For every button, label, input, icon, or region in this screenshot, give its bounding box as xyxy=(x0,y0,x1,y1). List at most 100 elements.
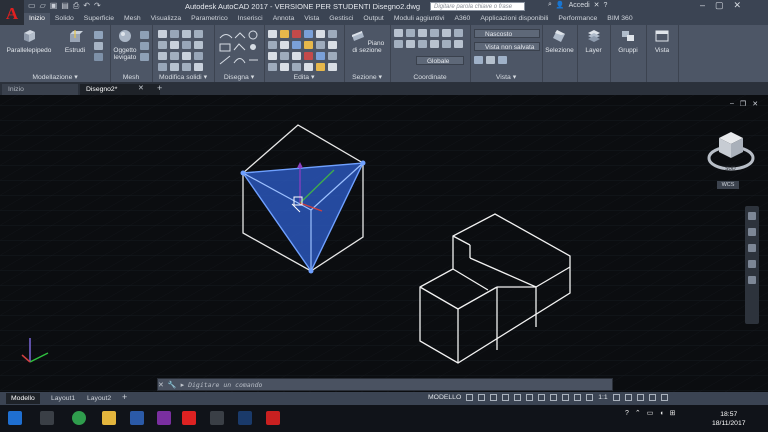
close-command-icon[interactable]: ✕ xyxy=(158,381,164,389)
tool-icon[interactable] xyxy=(292,41,301,49)
onenote-icon[interactable] xyxy=(157,411,171,425)
help-icon[interactable]: ? xyxy=(604,2,608,9)
tool-icon[interactable] xyxy=(158,52,167,60)
gruppi-button[interactable]: Gruppi xyxy=(612,29,644,54)
tool-icon[interactable] xyxy=(140,53,149,61)
undo-icon[interactable]: ↶ xyxy=(83,1,90,11)
panel-label-vista[interactable]: Vista ▾ xyxy=(470,73,542,81)
tool-icon[interactable] xyxy=(316,52,325,60)
tool-icon[interactable] xyxy=(268,52,277,60)
tool-icon[interactable] xyxy=(158,63,167,71)
otrack-icon[interactable] xyxy=(526,394,534,401)
gizmo-icon[interactable] xyxy=(574,394,582,401)
tool-icon[interactable] xyxy=(170,30,179,38)
notification-icon[interactable]: ⌃ xyxy=(635,409,641,417)
tab-parametrico[interactable]: Parametrico xyxy=(186,13,233,25)
tool-icon[interactable] xyxy=(328,41,337,49)
view-dropdown[interactable]: Vista non salvata xyxy=(474,42,540,51)
layer-button[interactable]: Layer xyxy=(579,29,608,54)
showmotion-icon[interactable] xyxy=(748,276,756,284)
osnap-icon[interactable] xyxy=(514,394,522,401)
zoom-icon[interactable] xyxy=(748,244,756,252)
ucs-icon[interactable] xyxy=(394,29,403,37)
exchange-icon[interactable]: ✕ xyxy=(594,1,600,9)
selezione-button[interactable]: Selezione xyxy=(544,29,575,54)
new-icon[interactable]: ▭ xyxy=(28,1,36,11)
tool-icon[interactable] xyxy=(316,63,325,71)
layout-tab-model[interactable]: Modello xyxy=(6,393,40,404)
panel-label-disegna[interactable]: Disegna ▾ xyxy=(214,73,264,81)
word-icon[interactable] xyxy=(130,411,144,425)
parallelepipedo-button[interactable]: Parallelepipedo xyxy=(4,29,54,54)
tool-icon[interactable] xyxy=(328,52,337,60)
tab-performance[interactable]: Performance xyxy=(553,13,602,25)
search-icon[interactable]: ⌕ xyxy=(548,1,552,9)
windows-start-icon[interactable] xyxy=(8,411,22,425)
viewport-icon[interactable] xyxy=(474,56,483,64)
search-input[interactable]: Digitare parola chiave o frase xyxy=(430,2,525,11)
oggetto-levigato-button[interactable]: Oggetto levigato xyxy=(112,29,138,61)
acrobat-icon[interactable] xyxy=(266,411,280,425)
open-icon[interactable]: ▱ xyxy=(40,1,46,11)
orbit-icon[interactable] xyxy=(748,260,756,268)
tab-superficie[interactable]: Superficie xyxy=(79,13,119,25)
tool-icon[interactable] xyxy=(140,31,149,39)
space-toggle[interactable]: MODELLO xyxy=(428,394,461,401)
ucs-icon[interactable] xyxy=(406,40,415,48)
tool-icon[interactable] xyxy=(316,41,325,49)
grid-icon[interactable] xyxy=(466,394,474,401)
isolate-icon[interactable] xyxy=(636,394,644,401)
vista-button[interactable]: Vista xyxy=(648,29,676,54)
customization-icon[interactable] xyxy=(660,394,668,401)
close-icon[interactable]: ✕ xyxy=(734,0,742,11)
snap-icon[interactable] xyxy=(478,394,486,401)
tab-visualizza[interactable]: Visualizza xyxy=(146,13,186,25)
volume-icon[interactable]: ◖ xyxy=(659,410,663,417)
ortho-icon[interactable] xyxy=(490,394,498,401)
new-layout-icon[interactable]: + xyxy=(122,392,127,402)
tool-icon[interactable] xyxy=(182,52,191,60)
tool-icon[interactable] xyxy=(268,63,277,71)
drawing-viewport[interactable] xyxy=(0,95,768,392)
redo-icon[interactable]: ↷ xyxy=(94,1,101,11)
drawing-canvas[interactable] xyxy=(0,95,768,392)
tool-icon[interactable] xyxy=(304,63,313,71)
restore-viewport-icon[interactable]: ❐ xyxy=(740,100,746,108)
tab-mesh[interactable]: Mesh xyxy=(119,13,146,25)
sign-in-label[interactable]: Accedi xyxy=(569,2,590,9)
autocad-taskbar-icon[interactable] xyxy=(182,411,196,425)
tab-annota[interactable]: Annota xyxy=(268,13,300,25)
layout-tab-layout1[interactable]: Layout1 xyxy=(46,393,80,404)
tab-gestisci[interactable]: Gestisci xyxy=(324,13,358,25)
help-tray-icon[interactable]: ? xyxy=(625,410,629,417)
viewport-icon[interactable] xyxy=(486,56,495,64)
tool-icon[interactable] xyxy=(194,30,203,38)
tool-icon[interactable] xyxy=(292,63,301,71)
tool-icon[interactable] xyxy=(328,30,337,38)
app-icon[interactable] xyxy=(210,411,224,425)
tool-icon[interactable] xyxy=(268,30,277,38)
tab-applicazioni[interactable]: Applicazioni disponibili xyxy=(475,13,553,25)
application-menu-button[interactable]: A xyxy=(0,0,24,27)
tool-icon[interactable] xyxy=(182,30,191,38)
customize-icon[interactable]: 🔧 xyxy=(168,381,177,389)
panel-label-edita[interactable]: Edita ▾ xyxy=(264,73,344,81)
clock[interactable]: 18:57 18/11/2017 xyxy=(712,410,746,428)
ucs-icon[interactable] xyxy=(418,29,427,37)
panel-label-sezione[interactable]: Sezione ▾ xyxy=(344,73,390,81)
tab-moduli-aggiuntivi[interactable]: Moduli aggiuntivi xyxy=(389,13,450,25)
file-explorer-icon[interactable] xyxy=(102,411,116,425)
panel-label-modellazione[interactable]: Modellazione ▾ xyxy=(0,73,110,81)
tab-inizio[interactable]: Inizio xyxy=(24,13,50,25)
draw-tools-icon[interactable] xyxy=(218,30,260,72)
doc-tab-start[interactable]: Inizio xyxy=(2,84,78,95)
panel-label-modifica-solidi[interactable]: Modifica solidi ▾ xyxy=(152,73,214,81)
tab-a360[interactable]: A360 xyxy=(449,13,475,25)
tab-inserisci[interactable]: Inserisci xyxy=(233,13,268,25)
save-as-icon[interactable]: ▤ xyxy=(61,1,69,11)
ucs-icon[interactable] xyxy=(394,40,403,48)
tool-icon[interactable] xyxy=(158,41,167,49)
fullscreen-icon[interactable] xyxy=(648,394,656,401)
tool-icon[interactable] xyxy=(170,52,179,60)
tool-icon[interactable] xyxy=(194,41,203,49)
